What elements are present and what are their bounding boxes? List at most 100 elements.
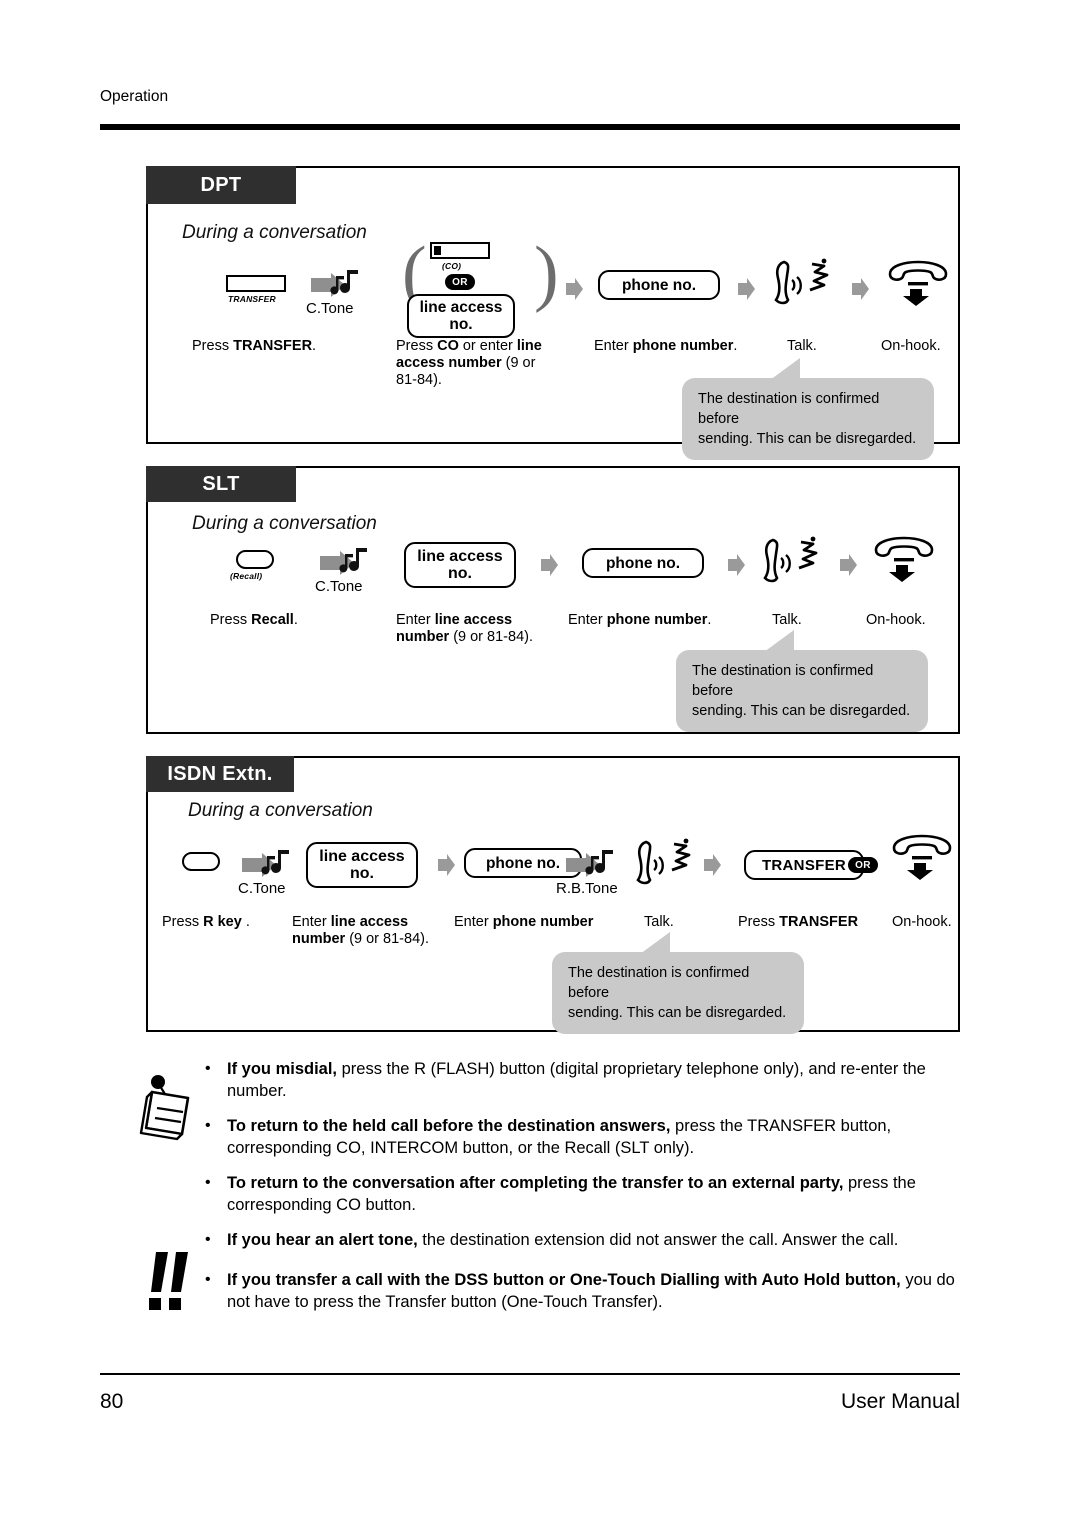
footer-manual-label: User Manual [840, 1390, 960, 1413]
note-text: To return to the conversation after comp… [227, 1172, 963, 1216]
note-bold: To return to the held call before the de… [227, 1117, 671, 1135]
panel-dpt: DPT During a conversation TRANSFER Press… [146, 166, 960, 460]
note-balloon: The destination is confirmed before send… [682, 358, 934, 460]
bullet-icon: • [205, 1060, 211, 1077]
step-caption-press-recall: Press Recall. [210, 612, 298, 629]
flow-arrow-icon [840, 554, 857, 576]
transfer-capsule[interactable]: TRANSFER [744, 850, 864, 880]
caption-bold: Recall [251, 612, 294, 628]
list-item: • If you transfer a call with the DSS bu… [205, 1269, 963, 1313]
caption-bold: R key [203, 914, 242, 930]
bullet-icon: • [205, 1174, 211, 1191]
step-caption-onhook: On-hook. [892, 914, 952, 930]
list-item: • To return to the conversation after co… [205, 1172, 963, 1216]
note-rest: the destination extension did not answer… [417, 1231, 899, 1249]
caption-pre: Enter [454, 914, 493, 930]
panel-slt: SLT During a conversation (Recall) Press… [146, 466, 960, 734]
capsule-line1: phone no. [621, 276, 697, 294]
list-item: • To return to the held call before the … [205, 1115, 963, 1159]
note-bold: To return to the conversation after comp… [227, 1174, 844, 1192]
flow-arrow-icon [541, 554, 558, 576]
caption-bold: phone number [492, 914, 594, 930]
list-item: • If you misdial, press the R (FLASH) bu… [205, 1058, 963, 1102]
tone-label-ctone: C.Tone [238, 880, 286, 897]
note-text: If you hear an alert tone, the destinati… [227, 1229, 963, 1251]
phone-no-capsule[interactable]: phone no. [464, 848, 582, 878]
caption-post: . [312, 338, 317, 354]
note-balloon: The destination is confirmed before send… [552, 932, 804, 1034]
step-caption-talk: Talk. [787, 338, 817, 354]
capsule-line1: line access [419, 299, 503, 316]
balloon-line2: sending. This can be disregarded. [692, 703, 911, 719]
flow-arrow-icon [704, 854, 721, 876]
caption-pre: Press [738, 914, 780, 930]
balloon-line1: The destination is confirmed before [568, 965, 750, 1001]
on-hook-icon [884, 260, 952, 306]
balloon-line1: The destination is confirmed before [692, 663, 874, 699]
page-section-label: Operation [100, 88, 169, 105]
step-caption-press-co: Press CO or enter line access number (9 … [396, 338, 546, 389]
memo-note-icon [138, 1070, 208, 1142]
caption-pre: Press [162, 914, 204, 930]
caption-pre: Enter [568, 612, 607, 628]
line-access-capsule[interactable]: line access no. [306, 842, 418, 888]
capsule-line1: phone no. [485, 854, 561, 872]
capsule-line1: TRANSFER [761, 856, 847, 874]
tone-label-ctone: C.Tone [315, 578, 363, 595]
balloon-tail [754, 358, 800, 380]
footer-divider [100, 1373, 960, 1375]
r-key-icon[interactable] [182, 852, 220, 871]
confirmation-tone-icon [320, 548, 374, 578]
flow-arrow-icon [728, 554, 745, 576]
caption-pre: Enter [594, 338, 633, 354]
capsule-line2: no. [350, 865, 374, 882]
recall-key-icon[interactable] [236, 550, 274, 569]
caption-pre: Enter [396, 612, 435, 628]
note-bold: If you misdial, [227, 1060, 338, 1078]
capsule-line2: no. [449, 316, 473, 333]
capsule-line1: line access [417, 548, 503, 565]
balloon-tail [624, 932, 670, 954]
panel-isdn-extn: ISDN Extn. During a conversation Press R… [146, 756, 960, 1034]
step-caption-talk: Talk. [644, 914, 674, 930]
transfer-key-icon[interactable] [226, 275, 286, 292]
tone-label-ctone: C.Tone [306, 300, 354, 317]
line-access-capsule[interactable]: line access no. [407, 294, 515, 338]
phone-no-capsule[interactable]: phone no. [582, 548, 704, 578]
caption-bold: line access [330, 914, 409, 930]
step-caption-enter-line-access: Enter line access number (9 or 81-84). [292, 914, 452, 948]
brace-close: ) [534, 232, 559, 314]
caption-pre: Press [396, 338, 438, 354]
step-caption-press-r-key: Press R key . [162, 914, 250, 931]
panel-tag-slt: SLT [146, 466, 296, 502]
panel-subtitle-slt: During a conversation [192, 513, 377, 534]
bullet-icon: • [205, 1117, 211, 1134]
note-text: If you transfer a call with the DSS butt… [227, 1269, 963, 1313]
panel-subtitle-isdn: During a conversation [188, 800, 373, 821]
step-caption-onhook: On-hook. [866, 612, 926, 628]
or-badge-isdn: OR [848, 857, 878, 873]
transfer-key-label: TRANSFER [228, 294, 276, 304]
on-hook-icon [888, 834, 956, 880]
line-access-capsule[interactable]: line access no. [404, 542, 516, 588]
caption-post: . [733, 338, 738, 354]
talk-icon [772, 258, 834, 308]
caption-bold2: number [292, 931, 346, 947]
caption-bold: phone number [606, 612, 708, 628]
phone-no-capsule[interactable]: phone no. [598, 270, 720, 300]
caption-bold: phone number [632, 338, 734, 354]
or-badge-dpt: OR [445, 274, 475, 290]
caption-pre: Press [210, 612, 252, 628]
caption-pre: Press [192, 338, 234, 354]
note-balloon: The destination is confirmed before send… [676, 630, 928, 732]
capsule-line2: no. [448, 565, 472, 582]
panel-tag-isdn: ISDN Extn. [146, 756, 294, 792]
bullet-icon: • [205, 1271, 211, 1288]
header-divider [100, 124, 960, 130]
balloon-line2: sending. This can be disregarded. [568, 1005, 787, 1021]
caption-bold: TRANSFER [779, 914, 859, 930]
co-key-icon[interactable] [430, 242, 490, 259]
step-caption-enter-phone: Enter phone number. [568, 612, 711, 629]
caption-bold: line access [434, 612, 513, 628]
caption-post: . [241, 914, 250, 930]
